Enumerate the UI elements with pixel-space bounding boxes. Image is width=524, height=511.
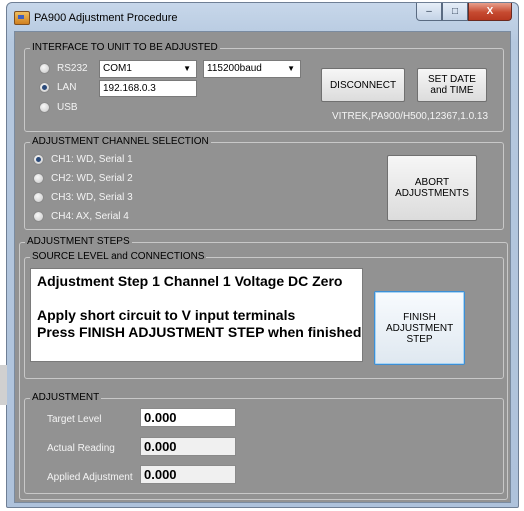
- instruction-box: Adjustment Step 1 Channel 1 Voltage DC Z…: [30, 268, 363, 362]
- source-level-group: SOURCE LEVEL and CONNECTIONS Adjustment …: [24, 251, 504, 379]
- radio-ch4-indicator[interactable]: [33, 211, 44, 222]
- chevron-down-icon[interactable]: ▼: [287, 61, 295, 77]
- maximize-button[interactable]: □: [442, 3, 468, 21]
- radio-ch2-indicator[interactable]: [33, 173, 44, 184]
- radio-rs232-label: RS232: [57, 63, 88, 74]
- radio-ch3[interactable]: CH3: WD, Serial 3: [33, 192, 133, 203]
- adjustment-group: ADJUSTMENT Target Level 0.000 Actual Rea…: [24, 392, 504, 494]
- radio-lan-indicator[interactable]: [39, 82, 50, 93]
- radio-ch1-label: CH1: WD, Serial 1: [51, 154, 133, 165]
- radio-ch3-indicator[interactable]: [33, 192, 44, 203]
- radio-ch4-label: CH4: AX, Serial 4: [51, 211, 129, 222]
- finish-adjustment-step-button[interactable]: FINISH ADJUSTMENT STEP: [374, 291, 465, 365]
- instruction-line-2: [37, 290, 356, 307]
- chevron-down-icon[interactable]: ▼: [183, 61, 191, 77]
- radio-lan[interactable]: LAN: [39, 82, 76, 93]
- client-area: INTERFACE TO UNIT TO BE ADJUSTED RS232 L…: [14, 31, 511, 503]
- radio-ch1-indicator[interactable]: [33, 154, 44, 165]
- background-scrollbar[interactable]: [0, 365, 7, 405]
- radio-rs232[interactable]: RS232: [39, 63, 88, 74]
- channel-selection-group: ADJUSTMENT CHANNEL SELECTION CH1: WD, Se…: [24, 136, 504, 230]
- radio-lan-label: LAN: [57, 82, 77, 93]
- adjustment-legend: ADJUSTMENT: [30, 392, 102, 404]
- radio-usb-indicator[interactable]: [39, 102, 50, 113]
- radio-ch3-label: CH3: WD, Serial 3: [51, 192, 133, 203]
- baud-select-value: 115200baud: [207, 63, 262, 74]
- caption-buttons: – □ X: [416, 3, 512, 23]
- applied-adjustment-field: 0.000: [140, 465, 236, 484]
- radio-ch2-label: CH2: WD, Serial 2: [51, 173, 133, 184]
- app-window: PA900 Adjustment Procedure – □ X INTERFA…: [6, 2, 519, 508]
- instruction-line-3: Apply short circuit to V input terminals: [37, 307, 296, 323]
- actual-reading-field: 0.000: [140, 437, 236, 456]
- app-icon: [14, 11, 30, 25]
- set-date-time-button[interactable]: SET DATE and TIME: [417, 68, 487, 102]
- radio-usb-label: USB: [57, 102, 78, 113]
- title-bar[interactable]: PA900 Adjustment Procedure – □ X: [7, 3, 518, 31]
- source-level-legend: SOURCE LEVEL and CONNECTIONS: [30, 251, 207, 263]
- radio-usb[interactable]: USB: [39, 102, 78, 113]
- adjustment-steps-group: ADJUSTMENT STEPS SOURCE LEVEL and CONNEC…: [19, 236, 508, 500]
- device-id-text: VITREK,PA900/H500,12367,1.0.13: [332, 111, 489, 122]
- interface-group: INTERFACE TO UNIT TO BE ADJUSTED RS232 L…: [24, 42, 504, 132]
- applied-adjustment-label: Applied Adjustment: [47, 472, 133, 483]
- instruction-line-4: Press FINISH ADJUSTMENT STEP when finish…: [37, 324, 362, 340]
- channel-selection-legend: ADJUSTMENT CHANNEL SELECTION: [30, 136, 211, 148]
- radio-rs232-indicator[interactable]: [39, 63, 50, 74]
- close-button[interactable]: X: [468, 3, 512, 21]
- port-select[interactable]: COM1 ▼: [99, 60, 197, 78]
- adjustment-steps-legend: ADJUSTMENT STEPS: [25, 236, 132, 248]
- actual-reading-label: Actual Reading: [47, 443, 115, 454]
- radio-ch1[interactable]: CH1: WD, Serial 1: [33, 154, 133, 165]
- instruction-line-1: Adjustment Step 1 Channel 1 Voltage DC Z…: [37, 273, 343, 289]
- disconnect-button[interactable]: DISCONNECT: [321, 68, 405, 102]
- radio-ch4[interactable]: CH4: AX, Serial 4: [33, 211, 129, 222]
- baud-select[interactable]: 115200baud ▼: [203, 60, 301, 78]
- interface-legend: INTERFACE TO UNIT TO BE ADJUSTED: [30, 42, 220, 54]
- abort-adjustments-button[interactable]: ABORT ADJUSTMENTS: [387, 155, 477, 221]
- port-select-value: COM1: [103, 63, 132, 74]
- target-level-field[interactable]: 0.000: [140, 408, 236, 427]
- radio-ch2[interactable]: CH2: WD, Serial 2: [33, 173, 133, 184]
- ip-address-field[interactable]: 192.168.0.3: [99, 80, 197, 97]
- window-title: PA900 Adjustment Procedure: [34, 12, 178, 24]
- target-level-label: Target Level: [47, 414, 102, 425]
- minimize-button[interactable]: –: [416, 3, 442, 21]
